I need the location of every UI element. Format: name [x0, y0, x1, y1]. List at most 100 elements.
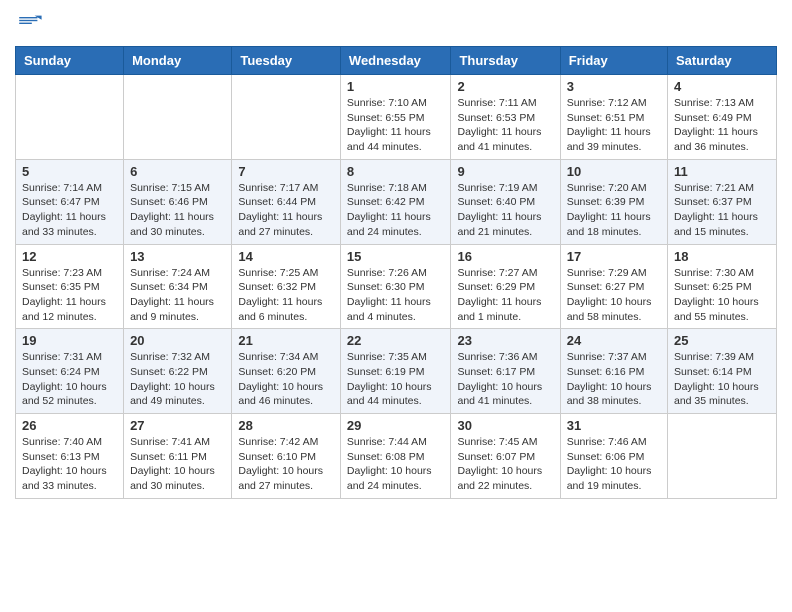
day-number: 4 — [674, 79, 770, 94]
calendar-cell: 17 Sunrise: 7:29 AM Sunset: 6:27 PM Dayli… — [560, 244, 667, 329]
day-info: Sunrise: 7:30 AM Sunset: 6:25 PM Dayligh… — [674, 266, 770, 325]
day-info: Sunrise: 7:35 AM Sunset: 6:19 PM Dayligh… — [347, 350, 445, 409]
day-info: Sunrise: 7:19 AM Sunset: 6:40 PM Dayligh… — [457, 181, 553, 240]
day-number: 25 — [674, 333, 770, 348]
weekday-header-row: SundayMondayTuesdayWednesdayThursdayFrid… — [16, 47, 777, 75]
calendar-cell: 29 Sunrise: 7:44 AM Sunset: 6:08 PM Dayli… — [340, 414, 451, 499]
day-info: Sunrise: 7:23 AM Sunset: 6:35 PM Dayligh… — [22, 266, 117, 325]
day-number: 31 — [567, 418, 661, 433]
day-number: 24 — [567, 333, 661, 348]
week-row-1: 1Sunrise: 7:10 AM Sunset: 6:55 PM Daylig… — [16, 75, 777, 160]
calendar-cell: 10Sunrise: 7:20 AM Sunset: 6:39 PM Dayli… — [560, 159, 667, 244]
calendar-cell: 5 Sunrise: 7:14 AM Sunset: 6:47 PM Daylig… — [16, 159, 124, 244]
header — [15, 10, 777, 38]
calendar-cell: 18 Sunrise: 7:30 AM Sunset: 6:25 PM Dayli… — [668, 244, 777, 329]
calendar-cell — [668, 414, 777, 499]
day-number: 3 — [567, 79, 661, 94]
day-info: Sunrise: 7:39 AM Sunset: 6:14 PM Dayligh… — [674, 350, 770, 409]
week-row-4: 19 Sunrise: 7:31 AM Sunset: 6:24 PM Dayli… — [16, 329, 777, 414]
day-number: 9 — [457, 164, 553, 179]
calendar-cell: 23 Sunrise: 7:36 AM Sunset: 6:17 PM Dayli… — [451, 329, 560, 414]
calendar-cell: 20 Sunrise: 7:32 AM Sunset: 6:22 PM Dayli… — [124, 329, 232, 414]
day-number: 8 — [347, 164, 445, 179]
day-info: Sunrise: 7:42 AM Sunset: 6:10 PM Dayligh… — [238, 435, 334, 494]
day-info: Sunrise: 7:20 AM Sunset: 6:39 PM Dayligh… — [567, 181, 661, 240]
calendar-cell: 3 Sunrise: 7:12 AM Sunset: 6:51 PM Daylig… — [560, 75, 667, 160]
day-info: Sunrise: 7:45 AM Sunset: 6:07 PM Dayligh… — [457, 435, 553, 494]
day-info: Sunrise: 7:34 AM Sunset: 6:20 PM Dayligh… — [238, 350, 334, 409]
day-info: Sunrise: 7:31 AM Sunset: 6:24 PM Dayligh… — [22, 350, 117, 409]
day-info: Sunrise: 7:29 AM Sunset: 6:27 PM Dayligh… — [567, 266, 661, 325]
day-info: Sunrise: 7:17 AM Sunset: 6:44 PM Dayligh… — [238, 181, 334, 240]
calendar-cell: 26 Sunrise: 7:40 AM Sunset: 6:13 PM Dayli… — [16, 414, 124, 499]
day-number: 14 — [238, 249, 334, 264]
day-info: Sunrise: 7:40 AM Sunset: 6:13 PM Dayligh… — [22, 435, 117, 494]
day-number: 27 — [130, 418, 225, 433]
day-number: 29 — [347, 418, 445, 433]
weekday-header-wednesday: Wednesday — [340, 47, 451, 75]
weekday-header-monday: Monday — [124, 47, 232, 75]
calendar-cell: 14 Sunrise: 7:25 AM Sunset: 6:32 PM Dayli… — [232, 244, 341, 329]
day-info: Sunrise: 7:21 AM Sunset: 6:37 PM Dayligh… — [674, 181, 770, 240]
day-info: Sunrise: 7:36 AM Sunset: 6:17 PM Dayligh… — [457, 350, 553, 409]
calendar-cell: 19 Sunrise: 7:31 AM Sunset: 6:24 PM Dayli… — [16, 329, 124, 414]
day-info: Sunrise: 7:26 AM Sunset: 6:30 PM Dayligh… — [347, 266, 445, 325]
calendar-cell — [124, 75, 232, 160]
weekday-header-tuesday: Tuesday — [232, 47, 341, 75]
calendar-cell: 25 Sunrise: 7:39 AM Sunset: 6:14 PM Dayli… — [668, 329, 777, 414]
day-number: 6 — [130, 164, 225, 179]
weekday-header-sunday: Sunday — [16, 47, 124, 75]
calendar-cell: 1Sunrise: 7:10 AM Sunset: 6:55 PM Daylig… — [340, 75, 451, 160]
day-info: Sunrise: 7:11 AM Sunset: 6:53 PM Dayligh… — [457, 96, 553, 155]
day-number: 5 — [22, 164, 117, 179]
week-row-3: 12 Sunrise: 7:23 AM Sunset: 6:35 PM Dayli… — [16, 244, 777, 329]
calendar-cell: 22 Sunrise: 7:35 AM Sunset: 6:19 PM Dayli… — [340, 329, 451, 414]
day-info: Sunrise: 7:32 AM Sunset: 6:22 PM Dayligh… — [130, 350, 225, 409]
calendar-cell — [16, 75, 124, 160]
weekday-header-friday: Friday — [560, 47, 667, 75]
day-info: Sunrise: 7:46 AM Sunset: 6:06 PM Dayligh… — [567, 435, 661, 494]
page-container: SundayMondayTuesdayWednesdayThursdayFrid… — [0, 0, 792, 514]
calendar-cell: 2 Sunrise: 7:11 AM Sunset: 6:53 PM Daylig… — [451, 75, 560, 160]
day-number: 15 — [347, 249, 445, 264]
calendar-cell: 28 Sunrise: 7:42 AM Sunset: 6:10 PM Dayli… — [232, 414, 341, 499]
day-number: 13 — [130, 249, 225, 264]
calendar-cell: 31 Sunrise: 7:46 AM Sunset: 6:06 PM Dayli… — [560, 414, 667, 499]
day-number: 28 — [238, 418, 334, 433]
day-number: 16 — [457, 249, 553, 264]
calendar-cell: 30 Sunrise: 7:45 AM Sunset: 6:07 PM Dayli… — [451, 414, 560, 499]
day-number: 20 — [130, 333, 225, 348]
day-number: 17 — [567, 249, 661, 264]
calendar-cell: 13 Sunrise: 7:24 AM Sunset: 6:34 PM Dayli… — [124, 244, 232, 329]
day-number: 26 — [22, 418, 117, 433]
day-number: 7 — [238, 164, 334, 179]
calendar-cell — [232, 75, 341, 160]
day-number: 2 — [457, 79, 553, 94]
calendar-cell: 7 Sunrise: 7:17 AM Sunset: 6:44 PM Daylig… — [232, 159, 341, 244]
day-info: Sunrise: 7:25 AM Sunset: 6:32 PM Dayligh… — [238, 266, 334, 325]
day-number: 22 — [347, 333, 445, 348]
day-number: 11 — [674, 164, 770, 179]
calendar-cell: 8 Sunrise: 7:18 AM Sunset: 6:42 PM Daylig… — [340, 159, 451, 244]
day-info: Sunrise: 7:44 AM Sunset: 6:08 PM Dayligh… — [347, 435, 445, 494]
day-info: Sunrise: 7:12 AM Sunset: 6:51 PM Dayligh… — [567, 96, 661, 155]
day-info: Sunrise: 7:14 AM Sunset: 6:47 PM Dayligh… — [22, 181, 117, 240]
day-number: 30 — [457, 418, 553, 433]
weekday-header-saturday: Saturday — [668, 47, 777, 75]
day-number: 21 — [238, 333, 334, 348]
calendar-cell: 9 Sunrise: 7:19 AM Sunset: 6:40 PM Daylig… — [451, 159, 560, 244]
calendar-cell: 11 Sunrise: 7:21 AM Sunset: 6:37 PM Dayli… — [668, 159, 777, 244]
day-number: 23 — [457, 333, 553, 348]
calendar-cell: 6Sunrise: 7:15 AM Sunset: 6:46 PM Daylig… — [124, 159, 232, 244]
day-info: Sunrise: 7:18 AM Sunset: 6:42 PM Dayligh… — [347, 181, 445, 240]
day-number: 12 — [22, 249, 117, 264]
day-info: Sunrise: 7:24 AM Sunset: 6:34 PM Dayligh… — [130, 266, 225, 325]
day-number: 19 — [22, 333, 117, 348]
calendar-cell: 16 Sunrise: 7:27 AM Sunset: 6:29 PM Dayli… — [451, 244, 560, 329]
day-info: Sunrise: 7:27 AM Sunset: 6:29 PM Dayligh… — [457, 266, 553, 325]
day-number: 18 — [674, 249, 770, 264]
calendar-cell: 27Sunrise: 7:41 AM Sunset: 6:11 PM Dayli… — [124, 414, 232, 499]
day-info: Sunrise: 7:13 AM Sunset: 6:49 PM Dayligh… — [674, 96, 770, 155]
logo-icon — [15, 10, 43, 38]
calendar-cell: 24Sunrise: 7:37 AM Sunset: 6:16 PM Dayli… — [560, 329, 667, 414]
